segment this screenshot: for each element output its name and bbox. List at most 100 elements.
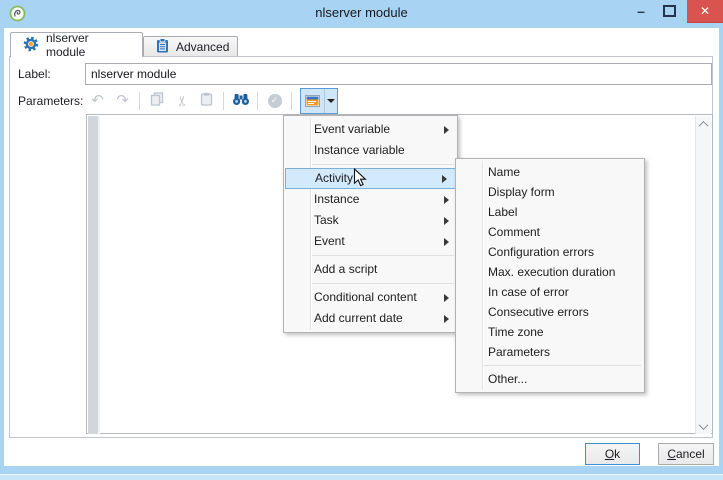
menu-item-event[interactable]: Event <box>284 231 457 252</box>
menu-item-label: Task <box>314 213 339 227</box>
menu-item-label: Time zone <box>488 325 544 339</box>
editor-gutter <box>88 116 100 434</box>
undo-button[interactable]: ↶ <box>86 89 109 113</box>
menu-separator <box>312 255 454 256</box>
find-button[interactable] <box>229 89 252 113</box>
menu-item-label: Comment <box>488 225 541 239</box>
menu-item-label: Add current date <box>314 311 403 325</box>
validate-button[interactable]: ✓ <box>263 89 286 113</box>
label-caption: Label: <box>18 67 51 81</box>
paste-icon <box>200 92 213 109</box>
submenu-item-name[interactable]: Name <box>456 162 644 182</box>
dialog-window: nlserver module – ✕ nlserver module Adva… <box>0 0 723 480</box>
ok-button[interactable]: Ok <box>585 443 640 465</box>
insert-variable-dropdown-arrow[interactable] <box>325 89 337 113</box>
gear-icon <box>23 36 39 55</box>
submenu-arrow-icon <box>444 216 449 225</box>
cancel-button[interactable]: Cancel <box>658 443 714 465</box>
close-button[interactable]: ✕ <box>687 0 723 23</box>
submenu-item-comment[interactable]: Comment <box>456 222 644 242</box>
menu-item-instance-variable[interactable]: Instance variable <box>284 140 457 161</box>
binoculars-icon <box>232 93 250 109</box>
submenu-item-in-case-of-error[interactable]: In case of error <box>456 282 644 302</box>
menu-item-label: Max. execution duration <box>488 265 616 279</box>
window-bottom-border <box>0 466 723 474</box>
submenu-arrow-icon <box>444 237 449 246</box>
menu-item-add-a-script[interactable]: Add a script <box>284 259 457 280</box>
tab-nlserver-module[interactable]: nlserver module <box>10 31 143 59</box>
redo-icon: ↷ <box>116 92 129 109</box>
submenu-arrow-icon <box>442 174 447 183</box>
submenu-item-configuration-errors[interactable]: Configuration errors <box>456 242 644 262</box>
undo-icon: ↶ <box>91 92 104 109</box>
label-input[interactable] <box>85 63 712 85</box>
scroll-up-button[interactable] <box>696 116 711 132</box>
cut-button[interactable]: ✂ <box>170 89 193 113</box>
menu-item-label: Configuration errors <box>488 245 595 259</box>
menu-item-event-variable[interactable]: Event variable <box>284 119 457 140</box>
clipboard-icon <box>156 38 169 56</box>
submenu-arrow-icon <box>444 125 449 134</box>
menu-item-label: Event variable <box>314 122 391 136</box>
menu-item-label: Add a script <box>314 262 378 276</box>
window-bottom-strip <box>0 474 723 480</box>
submenu-arrow-icon <box>444 293 449 302</box>
minimize-icon: – <box>637 3 645 19</box>
close-icon: ✕ <box>699 4 711 18</box>
chevron-up-icon <box>698 120 709 131</box>
toolbar-separator <box>223 91 224 110</box>
submenu-item-max-execution-duration[interactable]: Max. execution duration <box>456 262 644 282</box>
menu-item-label: Conditional content <box>314 290 417 304</box>
submenu-item-time-zone[interactable]: Time zone <box>456 322 644 342</box>
maximize-button[interactable] <box>656 0 682 22</box>
menu-separator <box>312 164 454 165</box>
menu-item-label: Other... <box>488 372 528 386</box>
menu-item-instance[interactable]: Instance <box>284 189 457 210</box>
menu-item-label: Activity <box>315 171 354 185</box>
submenu-item-consecutive-errors[interactable]: Consecutive errors <box>456 302 644 322</box>
menu-item-label: Parameters <box>488 345 551 359</box>
menu-separator <box>312 283 454 284</box>
insert-variable-button[interactable] <box>300 87 338 114</box>
toolbar-separator <box>257 91 258 110</box>
chevron-down-icon <box>698 419 709 430</box>
submenu-item-other[interactable]: Other... <box>456 369 644 389</box>
insert-variable-menu: Event variable Instance variable Activit… <box>283 115 458 333</box>
paste-button[interactable] <box>195 89 218 113</box>
insert-field-icon[interactable] <box>301 88 325 113</box>
menu-item-label: Event <box>314 234 345 248</box>
submenu-item-parameters[interactable]: Parameters <box>456 342 644 362</box>
submenu-arrow-icon <box>444 195 449 204</box>
tab-label: Advanced <box>176 40 230 54</box>
vertical-scrollbar[interactable] <box>695 116 711 434</box>
parameters-toolbar: ↶ ↷ ✂ ✓ <box>86 87 338 114</box>
menu-item-conditional-content[interactable]: Conditional content <box>284 287 457 308</box>
toolbar-separator <box>139 91 140 110</box>
submenu-item-display-form[interactable]: Display form <box>456 182 644 202</box>
activity-submenu: Name Display form Label Comment Configur… <box>455 158 645 393</box>
redo-button[interactable]: ↷ <box>111 89 134 113</box>
chevron-down-icon <box>327 98 335 103</box>
titlebar[interactable]: nlserver module – ✕ <box>0 0 723 28</box>
cancel-button-label: Cancel <box>667 447 705 461</box>
cut-icon: ✂ <box>173 94 190 107</box>
menu-item-label: Instance variable <box>314 143 405 157</box>
window-title: nlserver module <box>315 5 408 20</box>
tab-advanced[interactable]: Advanced <box>143 36 238 57</box>
copy-button[interactable] <box>145 89 168 113</box>
menu-item-activity[interactable]: Activity <box>285 168 456 189</box>
parameters-caption: Parameters: <box>18 94 84 108</box>
minimize-button[interactable]: – <box>628 0 654 22</box>
menu-item-label: In case of error <box>488 285 569 299</box>
submenu-item-label[interactable]: Label <box>456 202 644 222</box>
menu-item-label: Name <box>488 165 521 179</box>
scroll-down-button[interactable] <box>696 418 711 434</box>
menu-item-label: Instance <box>314 192 360 206</box>
ok-button-label: Ok <box>604 447 621 461</box>
menu-item-task[interactable]: Task <box>284 210 457 231</box>
menu-item-label: Display form <box>488 185 555 199</box>
submenu-arrow-icon <box>444 314 449 323</box>
check-glyph: ✓ <box>270 95 279 105</box>
menu-item-add-current-date[interactable]: Add current date <box>284 308 457 329</box>
menu-item-label: Label <box>488 205 518 219</box>
